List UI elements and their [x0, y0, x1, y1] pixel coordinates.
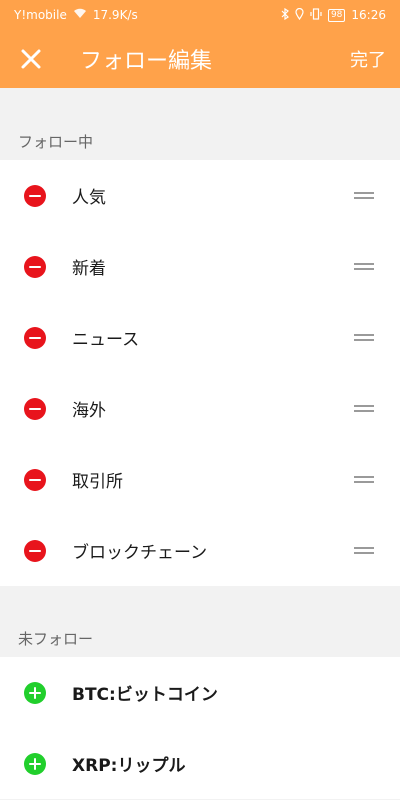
unfollowed-list: BTC:ビットコイン XRP:リップル [0, 657, 400, 799]
remove-button[interactable] [24, 539, 46, 562]
time: 16:26 [351, 8, 386, 22]
section-label-unfollowed: 未フォロー [18, 630, 94, 648]
bluetooth-icon [281, 7, 289, 23]
page-title: フォロー編集 [80, 49, 213, 74]
close-button[interactable] [14, 42, 48, 76]
following-list: 人気 新着 ニュース 海外 取引所 ブロックチェーン [0, 160, 400, 586]
drag-handle-icon[interactable] [354, 262, 374, 272]
status-bar: Y!mobile 17.9K/s 98 16:26 [0, 0, 400, 30]
app-header: フォロー編集 完了 [0, 30, 400, 88]
wifi-icon [73, 8, 87, 22]
remove-button[interactable] [24, 255, 46, 278]
item-label: XRP:リップル [72, 756, 186, 776]
list-item: 新着 [0, 231, 400, 302]
list-item: XRP:リップル [0, 728, 400, 799]
remove-button[interactable] [24, 326, 46, 349]
carrier-name: Y!mobile [14, 8, 67, 22]
item-label: ブロックチェーン [72, 543, 208, 563]
drag-handle-icon[interactable] [354, 404, 374, 414]
item-label: BTC:ビットコイン [72, 685, 218, 705]
drag-handle-icon[interactable] [354, 333, 374, 343]
drag-handle-icon[interactable] [354, 475, 374, 485]
vibrate-icon [310, 7, 322, 23]
remove-button[interactable] [24, 184, 46, 207]
item-label: ニュース [72, 330, 140, 350]
drag-handle-icon[interactable] [354, 546, 374, 556]
item-label: 海外 [72, 401, 106, 421]
location-icon [295, 7, 304, 23]
list-item: 海外 [0, 373, 400, 444]
list-item: ニュース [0, 302, 400, 373]
item-label: 新着 [72, 259, 106, 279]
done-button[interactable]: 完了 [350, 46, 386, 72]
close-icon [14, 49, 48, 80]
remove-button[interactable] [24, 397, 46, 420]
add-button[interactable] [24, 752, 46, 775]
list-item: 人気 [0, 160, 400, 231]
item-label: 取引所 [72, 472, 123, 492]
list-item: BTC:ビットコイン [0, 657, 400, 728]
section-label-following: フォロー中 [18, 133, 94, 151]
item-label: 人気 [72, 188, 106, 208]
list-item: 取引所 [0, 444, 400, 515]
drag-handle-icon[interactable] [354, 191, 374, 201]
add-button[interactable] [24, 681, 46, 704]
network-speed: 17.9K/s [92, 8, 138, 22]
list-item: ブロックチェーン [0, 515, 400, 586]
remove-button[interactable] [24, 468, 46, 491]
battery-indicator: 98 [327, 8, 346, 22]
